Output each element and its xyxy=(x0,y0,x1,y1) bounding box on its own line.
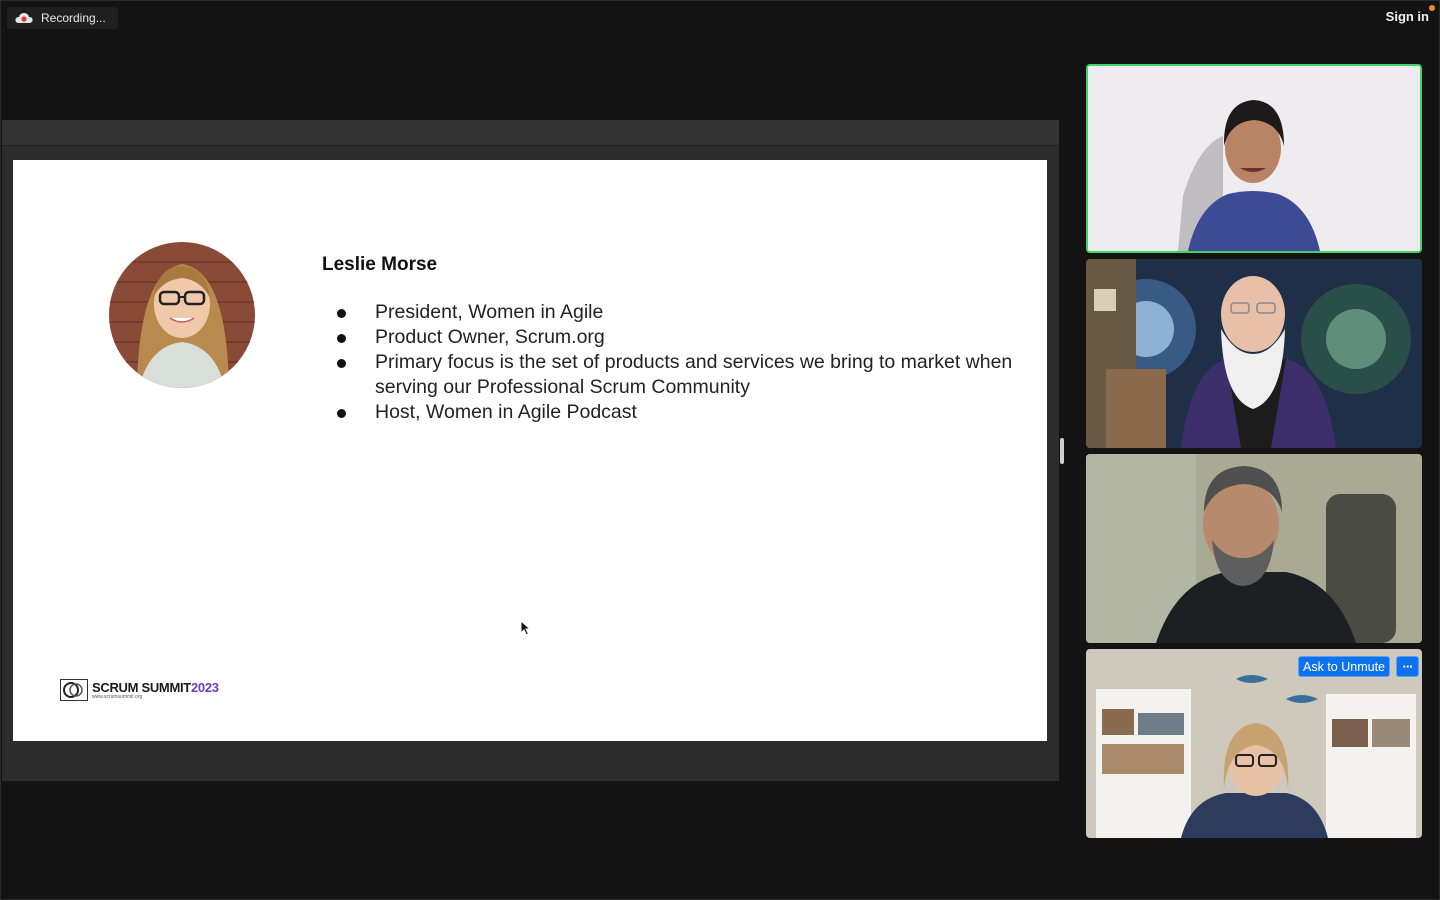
bio-item: Primary focus is the set of products and… xyxy=(335,350,1015,400)
logo-year-text: 2023 xyxy=(190,680,219,695)
scrum-summit-logo: SCRUM SUMMIT2023 www.scrumsummit.org xyxy=(60,679,219,701)
participant-video-tile-active-speaker[interactable] xyxy=(1086,64,1422,253)
ask-to-unmute-button[interactable]: Ask to Unmute xyxy=(1298,656,1390,677)
bio-item: Product Owner, Scrum.org xyxy=(335,325,1015,350)
participant-video-tile[interactable] xyxy=(1086,259,1422,448)
logo-main-text: SCRUM SUMMIT xyxy=(92,680,191,695)
participant-video-tile[interactable]: Ask to Unmute ··· xyxy=(1086,649,1422,838)
screen-share-area: Leslie Morse President, Women in Agile P… xyxy=(2,120,1059,781)
sign-in-button[interactable]: Sign in xyxy=(1386,9,1429,24)
scrum-summit-logo-mark xyxy=(60,679,88,701)
participant-video-tile[interactable] xyxy=(1086,454,1422,643)
speaker-bio-list: President, Women in Agile Product Owner,… xyxy=(335,300,1015,425)
recording-label: Recording... xyxy=(41,11,106,25)
bio-item: President, Women in Agile xyxy=(335,300,1015,325)
more-options-button[interactable]: ··· xyxy=(1396,656,1419,677)
bio-item: Host, Women in Agile Podcast xyxy=(335,400,1015,425)
share-toolbar xyxy=(2,120,1059,146)
panel-resize-handle[interactable] xyxy=(1060,438,1064,464)
cloud-recording-icon xyxy=(15,13,33,23)
logo-url-text: www.scrumsummit.org xyxy=(92,694,143,700)
zoom-meeting-window: Recording... Sign in Leslie Morse Presid… xyxy=(0,0,1440,900)
mouse-pointer-icon xyxy=(520,620,532,636)
notification-dot xyxy=(1429,5,1435,11)
speaker-name: Leslie Morse xyxy=(322,254,438,275)
presentation-slide: Leslie Morse President, Women in Agile P… xyxy=(13,160,1047,741)
recording-indicator[interactable]: Recording... xyxy=(7,7,118,29)
speaker-photo xyxy=(109,242,255,388)
